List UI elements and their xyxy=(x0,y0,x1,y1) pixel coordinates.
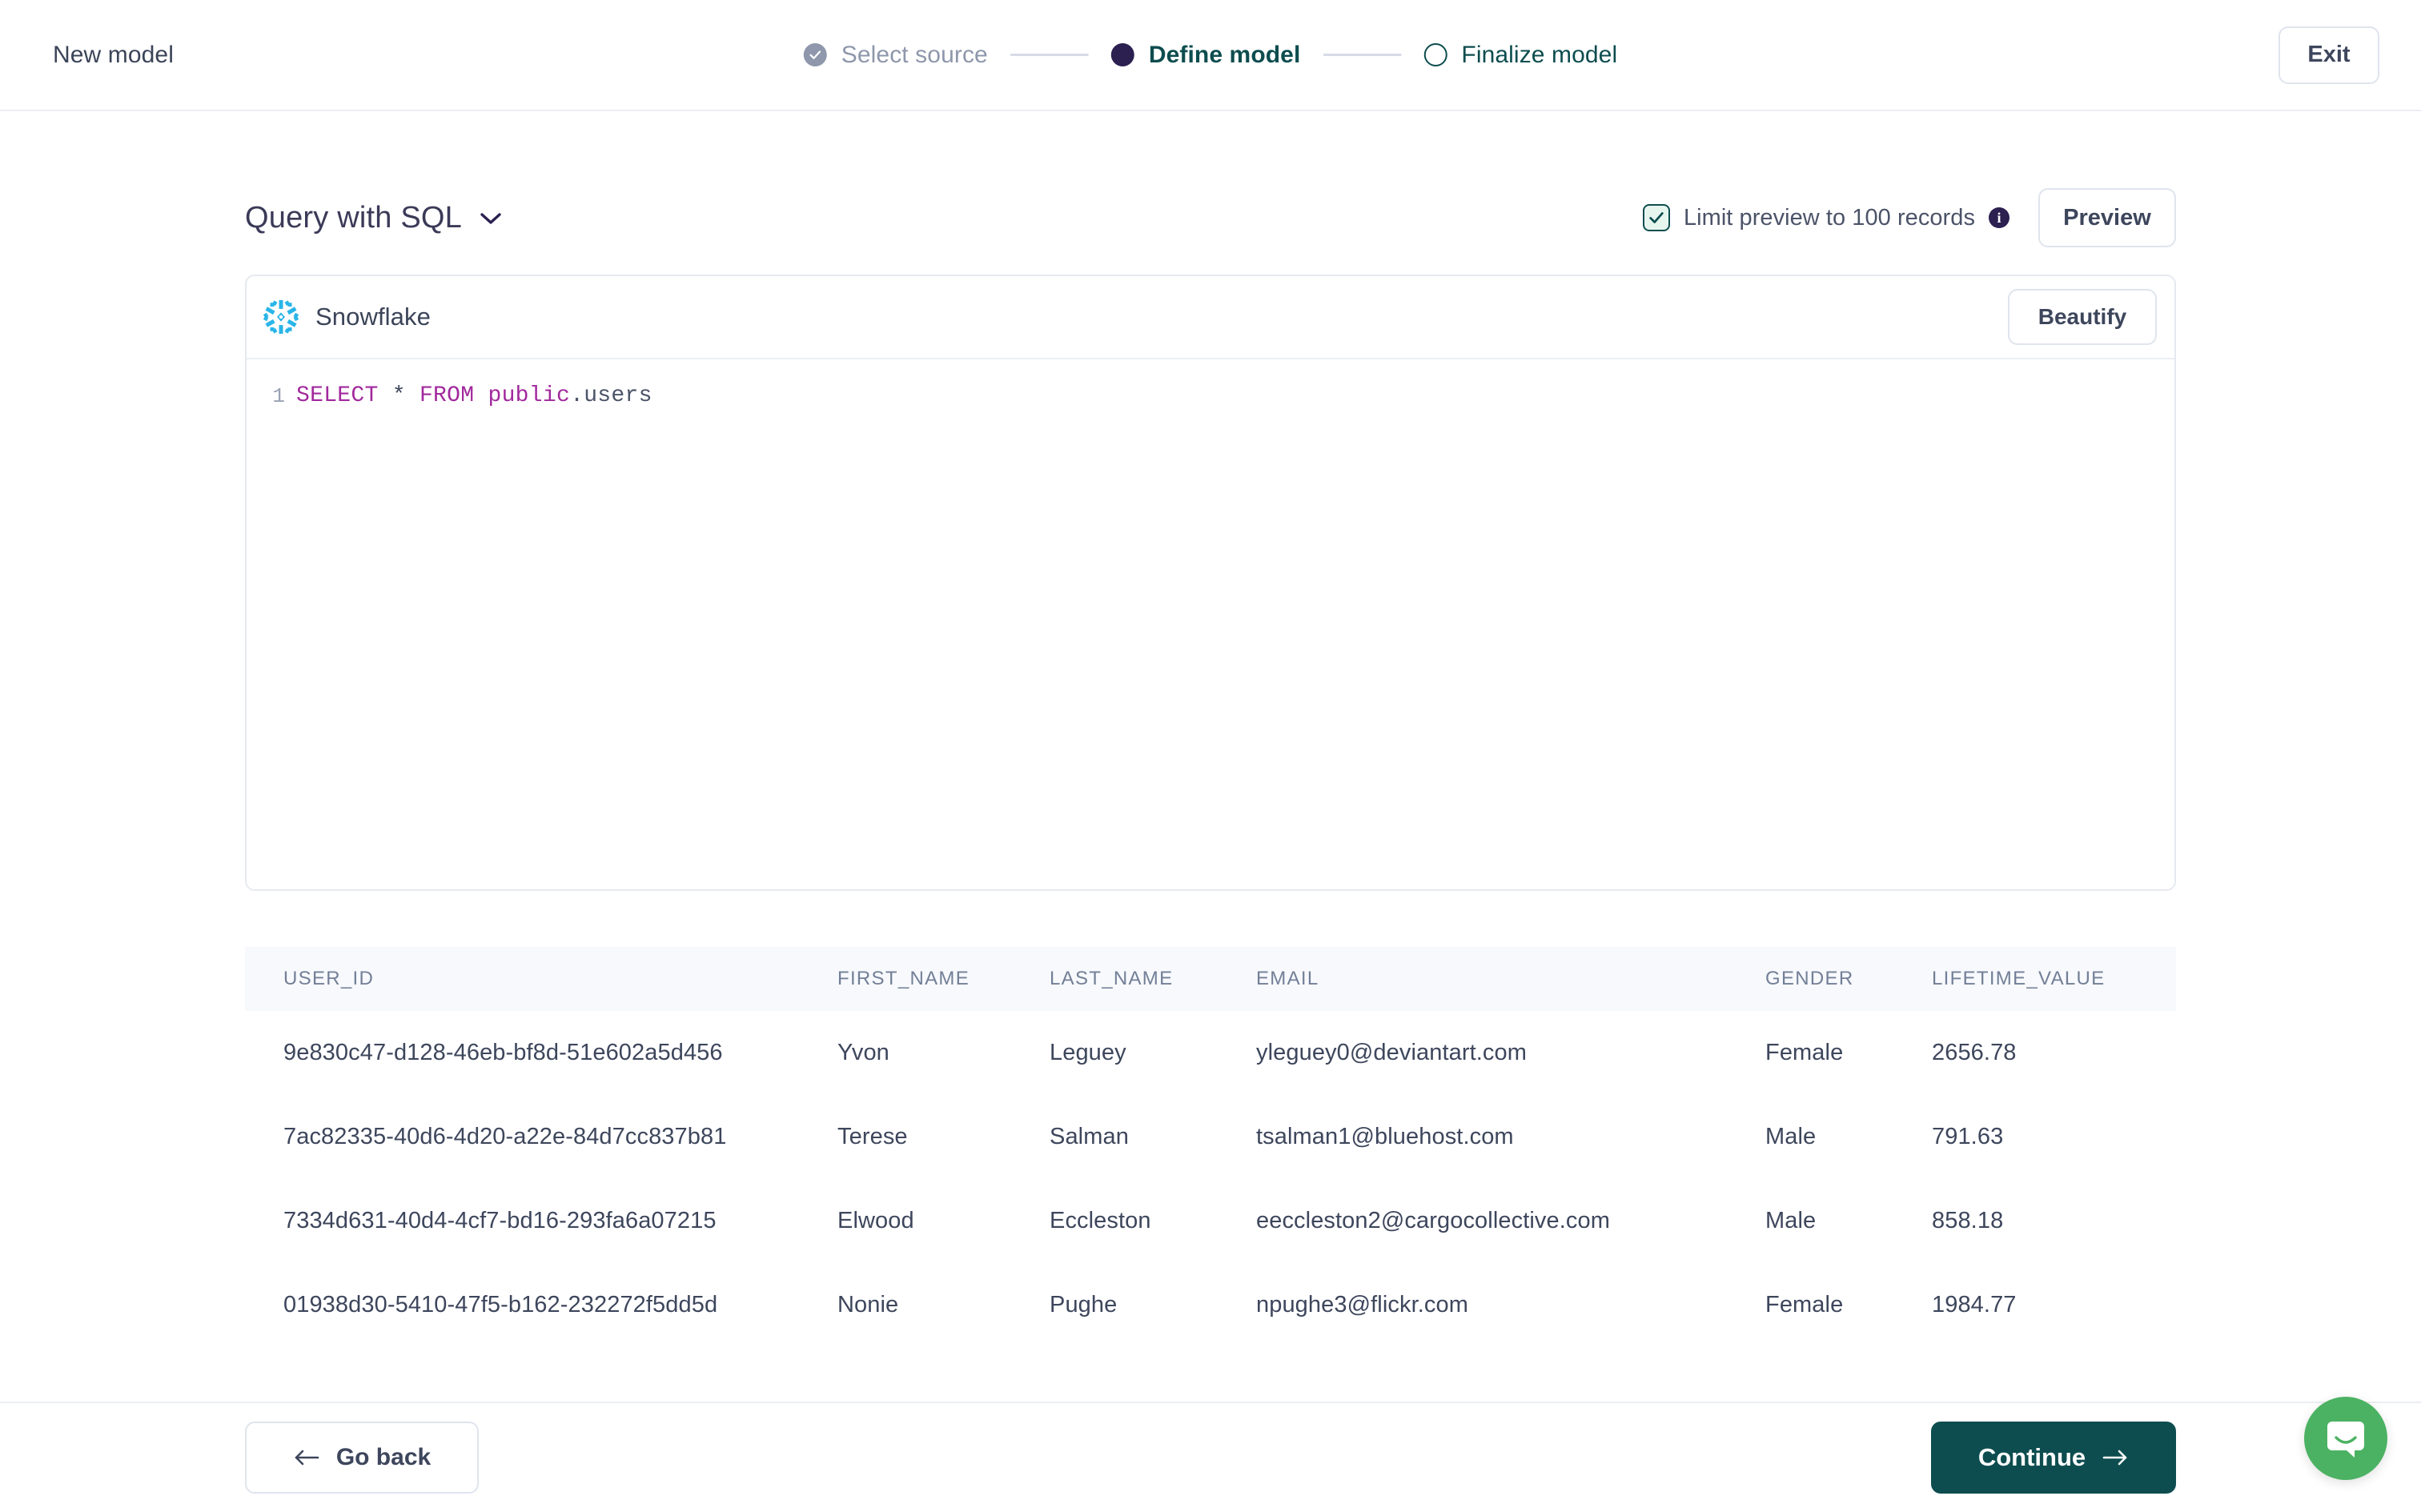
chevron-down-icon xyxy=(480,211,502,225)
cell-gender: Female xyxy=(1765,1292,1844,1317)
cell-last-name: Eccleston xyxy=(1050,1208,1151,1233)
cell-first-name: Yvon xyxy=(837,1040,889,1065)
sql-token-select: SELECT xyxy=(296,383,379,408)
preview-button[interactable]: Preview xyxy=(2038,188,2176,247)
sql-token-space xyxy=(474,383,488,408)
cell-user-id: 7ac82335-40d6-4d20-a22e-84d7cc837b81 xyxy=(283,1124,727,1149)
step-label-define-model: Define model xyxy=(1148,41,1301,68)
cell-user-id: 7334d631-40d4-4cf7-bd16-293fa6a07215 xyxy=(283,1208,717,1233)
preview-controls: Limit preview to 100 records i Preview xyxy=(1642,188,2176,247)
line-number: 1 xyxy=(272,384,285,408)
wizard-stepper: Select source Define model Finalize mode… xyxy=(803,41,1617,69)
step-define-model[interactable]: Define model xyxy=(1110,41,1301,69)
check-circle-icon xyxy=(803,43,827,66)
cell-first-name: Terese xyxy=(837,1124,908,1149)
cell-last-name: Leguey xyxy=(1050,1040,1126,1065)
step-select-source[interactable]: Select source xyxy=(803,41,988,69)
column-header-user-id[interactable]: USER_ID xyxy=(245,947,837,1011)
column-header-gender[interactable]: GENDER xyxy=(1765,947,1932,1011)
sql-token-schema: public xyxy=(488,383,571,408)
sql-token-from: FROM xyxy=(419,383,475,408)
cell-last-name: Salman xyxy=(1050,1124,1129,1149)
cell-first-name: Elwood xyxy=(837,1208,914,1233)
sql-code-input[interactable]: SELECT * FROM public.users xyxy=(296,379,2174,889)
cell-lifetime-value: 2656.78 xyxy=(1932,1040,2017,1065)
cell-user-id: 9e830c47-d128-46eb-bf8d-51e602a5d456 xyxy=(283,1040,723,1065)
column-header-last-name[interactable]: LAST_NAME xyxy=(1050,947,1256,1011)
wizard-footer: Go back Continue xyxy=(0,1403,2421,1512)
cell-gender: Male xyxy=(1765,1124,1817,1149)
step-label-finalize-model: Finalize model xyxy=(1461,41,1618,68)
arrow-right-icon xyxy=(2102,1449,2129,1466)
cell-last-name: Pughe xyxy=(1050,1292,1118,1317)
limit-preview-group: Limit preview to 100 records i xyxy=(1642,204,2009,231)
exit-button[interactable]: Exit xyxy=(2278,26,2379,84)
column-header-email[interactable]: EMAIL xyxy=(1256,947,1765,1011)
page-title: New model xyxy=(53,41,174,68)
wizard-body: Query with SQL Limit preview to 100 reco… xyxy=(0,111,2421,1512)
sql-token-star: * xyxy=(378,383,420,408)
query-mode-label: Query with SQL xyxy=(245,200,463,235)
table-row: 01938d30-5410-47f5-b162-232272f5dd5d Non… xyxy=(245,1263,2176,1347)
cell-email: tsalman1@bluehost.com xyxy=(1256,1124,1514,1149)
define-model-content: Query with SQL Limit preview to 100 reco… xyxy=(0,111,2421,1402)
results-table: USER_ID FIRST_NAME LAST_NAME EMAIL GENDE… xyxy=(245,947,2176,1347)
cell-lifetime-value: 858.18 xyxy=(1932,1208,2004,1233)
step-finalize-model[interactable]: Finalize model xyxy=(1423,42,1617,69)
step-connector-2 xyxy=(1323,54,1402,56)
cell-email: npughe3@flickr.com xyxy=(1256,1292,1468,1317)
source-name: Snowflake xyxy=(315,303,431,331)
column-header-lifetime-value[interactable]: LIFETIME_VALUE xyxy=(1932,947,2176,1011)
cell-email: yleguey0@deviantart.com xyxy=(1256,1040,1528,1065)
continue-label: Continue xyxy=(1977,1443,2086,1471)
filled-circle-icon xyxy=(1110,43,1134,66)
go-back-button[interactable]: Go back xyxy=(245,1422,479,1494)
arrow-left-icon xyxy=(293,1449,320,1466)
sql-editor-body[interactable]: 1 SELECT * FROM public.users xyxy=(247,359,2174,889)
line-number-gutter: 1 xyxy=(247,379,296,889)
column-header-first-name[interactable]: FIRST_NAME xyxy=(837,947,1050,1011)
sql-editor-card: Snowflake Beautify 1 SELECT * FROM publi… xyxy=(245,275,2176,891)
cell-lifetime-value: 791.63 xyxy=(1932,1124,2004,1149)
source-identity: Snowflake xyxy=(263,299,431,335)
cell-email: eeccleston2@cargocollective.com xyxy=(1256,1208,1610,1233)
step-connector-1 xyxy=(1010,54,1089,56)
table-row: 9e830c47-d128-46eb-bf8d-51e602a5d456 Yvo… xyxy=(245,1011,2176,1095)
limit-preview-label: Limit preview to 100 records xyxy=(1683,204,1975,231)
snowflake-icon xyxy=(263,299,299,335)
query-mode-dropdown[interactable]: Query with SQL xyxy=(245,201,502,235)
table-header-row: USER_ID FIRST_NAME LAST_NAME EMAIL GENDE… xyxy=(245,947,2176,1011)
top-bar: New model Select source Define model Fin… xyxy=(0,0,2421,111)
new-model-wizard-page: New model Select source Define model Fin… xyxy=(0,0,2421,1512)
sql-token-table: .users xyxy=(570,383,652,408)
cell-first-name: Nonie xyxy=(837,1292,899,1317)
step-label-select-source: Select source xyxy=(841,41,988,68)
table-row: 7334d631-40d4-4cf7-bd16-293fa6a07215 Elw… xyxy=(245,1179,2176,1263)
chat-bubble-icon xyxy=(2324,1417,2367,1460)
sql-editor-header: Snowflake Beautify xyxy=(247,276,2174,359)
table-row: 7ac82335-40d6-4d20-a22e-84d7cc837b81 Ter… xyxy=(245,1095,2176,1179)
beautify-button[interactable]: Beautify xyxy=(2008,289,2157,345)
go-back-label: Go back xyxy=(335,1444,432,1470)
empty-circle-icon xyxy=(1423,43,1447,66)
limit-preview-checkbox[interactable] xyxy=(1642,204,1670,231)
cell-user-id: 01938d30-5410-47f5-b162-232272f5dd5d xyxy=(283,1292,718,1317)
cell-gender: Female xyxy=(1765,1040,1844,1065)
cell-gender: Male xyxy=(1765,1208,1817,1233)
info-icon[interactable]: i xyxy=(1989,207,2009,228)
cell-lifetime-value: 1984.77 xyxy=(1932,1292,2017,1317)
query-results: USER_ID FIRST_NAME LAST_NAME EMAIL GENDE… xyxy=(245,947,2176,1347)
continue-button[interactable]: Continue xyxy=(1931,1422,2176,1494)
support-chat-launcher[interactable] xyxy=(2304,1397,2387,1480)
query-header-row: Query with SQL Limit preview to 100 reco… xyxy=(245,111,2176,275)
